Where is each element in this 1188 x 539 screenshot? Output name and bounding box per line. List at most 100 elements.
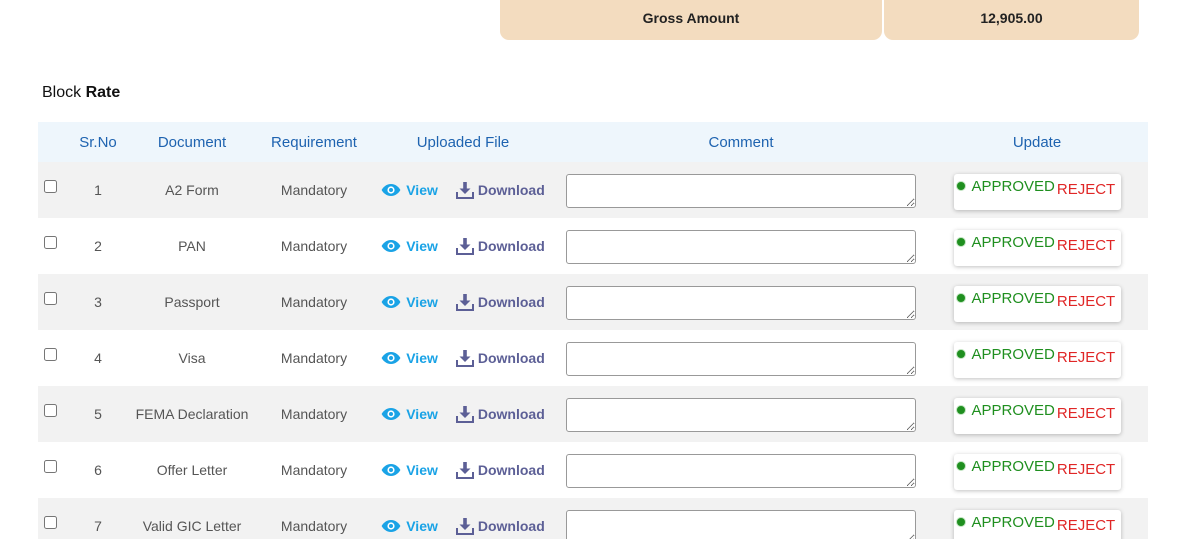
download-label: Download xyxy=(477,182,545,198)
download-label: Download xyxy=(477,518,545,534)
reject-button[interactable]: REJECT xyxy=(1057,405,1115,422)
section-title-bold: Rate xyxy=(85,84,121,101)
file-links: View Download xyxy=(370,461,556,479)
row-checkbox[interactable] xyxy=(43,236,57,249)
select-cell xyxy=(38,274,70,330)
approved-option[interactable]: APPROVED xyxy=(954,290,1055,307)
radio-selected-icon xyxy=(955,348,966,359)
srno-cell: 6 xyxy=(70,442,126,498)
approved-option[interactable]: APPROVED xyxy=(954,234,1055,251)
reject-button[interactable]: REJECT xyxy=(1057,237,1115,254)
view-link[interactable]: View xyxy=(381,182,438,198)
document-cell: Valid GIC Letter xyxy=(126,498,258,539)
view-link[interactable]: View xyxy=(381,294,438,310)
view-label: View xyxy=(406,350,438,366)
requirement-cell: Mandatory xyxy=(258,274,370,330)
file-links: View Download xyxy=(370,405,556,423)
approved-label: APPROVED xyxy=(971,290,1055,307)
download-link[interactable]: Download xyxy=(455,349,545,367)
comment-input[interactable] xyxy=(566,230,916,264)
radio-selected-icon xyxy=(955,236,966,247)
gross-amount-label: Gross Amount xyxy=(500,0,882,40)
update-cell: APPROVED REJECT xyxy=(926,498,1148,539)
row-checkbox[interactable] xyxy=(43,460,57,473)
document-cell: Offer Letter xyxy=(126,442,258,498)
comment-input[interactable] xyxy=(566,510,916,539)
file-links: View Download xyxy=(370,349,556,367)
view-label: View xyxy=(406,518,438,534)
download-link[interactable]: Download xyxy=(455,405,545,423)
uploaded-file-cell: View Download xyxy=(370,442,556,498)
uploaded-file-cell: View Download xyxy=(370,274,556,330)
approved-option[interactable]: APPROVED xyxy=(954,346,1055,363)
radio-selected-icon xyxy=(955,516,966,527)
approved-option[interactable]: APPROVED xyxy=(954,458,1055,475)
download-link[interactable]: Download xyxy=(455,181,545,199)
download-label: Download xyxy=(477,238,545,254)
approved-option[interactable]: APPROVED xyxy=(954,178,1055,195)
table-row: 7 Valid GIC Letter Mandatory View Downlo… xyxy=(38,498,1148,539)
download-link[interactable]: Download xyxy=(455,461,545,479)
file-links: View Download xyxy=(370,293,556,311)
documents-table: Sr.No Document Requirement Uploaded File… xyxy=(38,122,1148,539)
approved-option[interactable]: APPROVED xyxy=(954,402,1055,419)
srno-cell: 4 xyxy=(70,330,126,386)
view-link[interactable]: View xyxy=(381,238,438,254)
download-link[interactable]: Download xyxy=(455,293,545,311)
reject-button[interactable]: REJECT xyxy=(1057,181,1115,198)
download-icon xyxy=(455,293,474,311)
view-label: View xyxy=(406,462,438,478)
requirement-cell: Mandatory xyxy=(258,330,370,386)
approved-label: APPROVED xyxy=(971,458,1055,475)
row-checkbox[interactable] xyxy=(43,348,57,361)
document-cell: Visa xyxy=(126,330,258,386)
header-update: Update xyxy=(926,122,1148,162)
header-srno: Sr.No xyxy=(70,122,126,162)
update-cell: APPROVED REJECT xyxy=(926,274,1148,330)
view-link[interactable]: View xyxy=(381,518,438,534)
reject-button[interactable]: REJECT xyxy=(1057,293,1115,310)
view-link[interactable]: View xyxy=(381,350,438,366)
row-checkbox[interactable] xyxy=(43,292,57,305)
download-icon xyxy=(455,181,474,199)
comment-input[interactable] xyxy=(566,454,916,488)
select-cell xyxy=(38,442,70,498)
update-box: APPROVED REJECT xyxy=(953,286,1121,322)
document-cell: A2 Form xyxy=(126,162,258,218)
uploaded-file-cell: View Download xyxy=(370,498,556,539)
view-label: View xyxy=(406,238,438,254)
download-icon xyxy=(455,349,474,367)
comment-input[interactable] xyxy=(566,342,916,376)
comment-input[interactable] xyxy=(566,398,916,432)
view-label: View xyxy=(406,406,438,422)
reject-button[interactable]: REJECT xyxy=(1057,461,1115,478)
reject-button[interactable]: REJECT xyxy=(1057,349,1115,366)
comment-input[interactable] xyxy=(566,286,916,320)
approved-label: APPROVED xyxy=(971,178,1055,195)
select-cell xyxy=(38,218,70,274)
download-link[interactable]: Download xyxy=(455,237,545,255)
row-checkbox[interactable] xyxy=(43,404,57,417)
approved-label: APPROVED xyxy=(971,514,1055,531)
comment-cell xyxy=(556,498,926,539)
row-checkbox[interactable] xyxy=(43,516,57,529)
header-requirement: Requirement xyxy=(258,122,370,162)
view-link[interactable]: View xyxy=(381,462,438,478)
update-cell: APPROVED REJECT xyxy=(926,218,1148,274)
approved-option[interactable]: APPROVED xyxy=(954,514,1055,531)
reject-button[interactable]: REJECT xyxy=(1057,517,1115,534)
download-label: Download xyxy=(477,406,545,422)
download-label: Download xyxy=(477,462,545,478)
table-row: 3 Passport Mandatory View Download APPRO… xyxy=(38,274,1148,330)
section-title: Block Rate xyxy=(42,84,120,102)
srno-cell: 1 xyxy=(70,162,126,218)
download-link[interactable]: Download xyxy=(455,517,545,535)
requirement-cell: Mandatory xyxy=(258,162,370,218)
comment-cell xyxy=(556,442,926,498)
download-icon xyxy=(455,237,474,255)
row-checkbox[interactable] xyxy=(43,180,57,193)
comment-input[interactable] xyxy=(566,174,916,208)
page: Gross Amount 12,905.00 Block Rate Sr.No … xyxy=(0,0,1188,539)
gross-amount-value: 12,905.00 xyxy=(884,0,1139,40)
view-link[interactable]: View xyxy=(381,406,438,422)
